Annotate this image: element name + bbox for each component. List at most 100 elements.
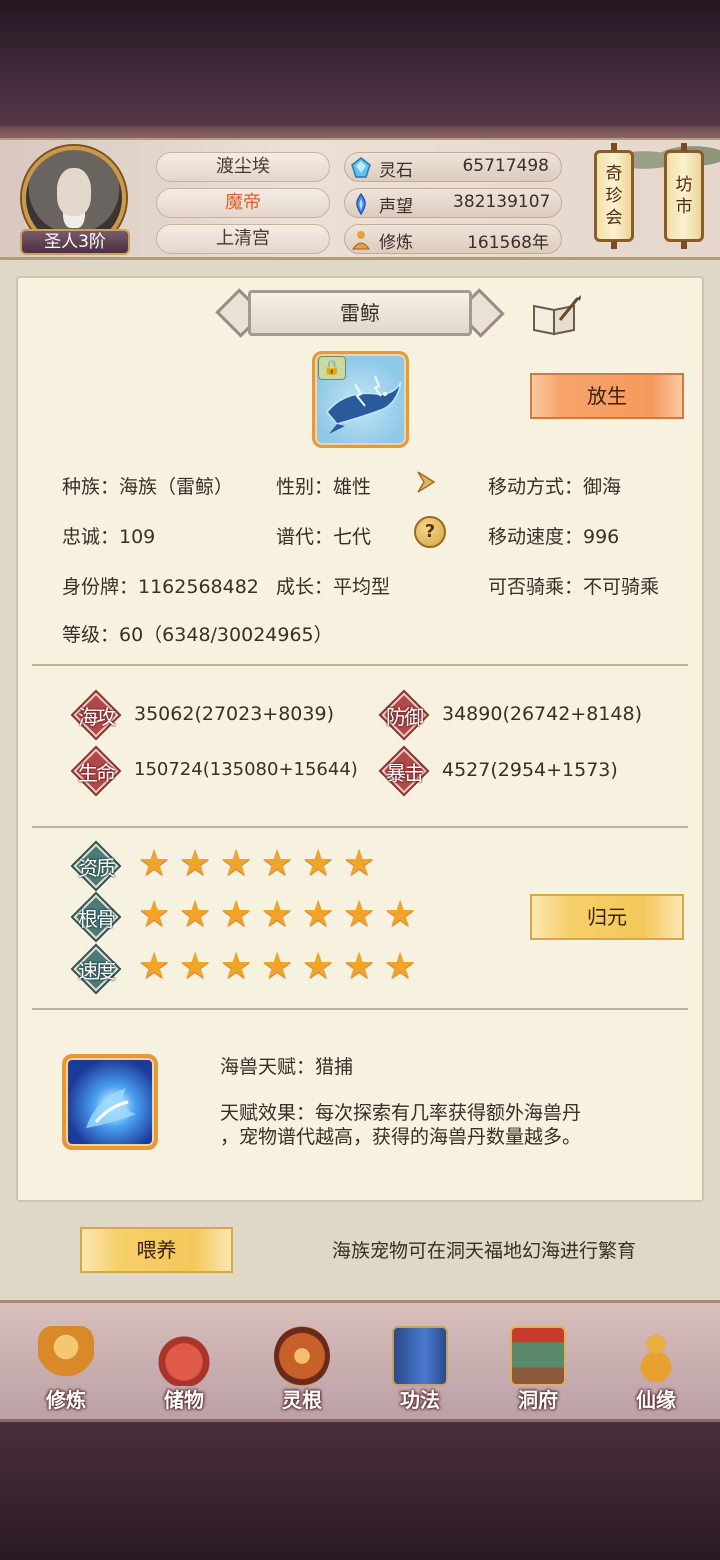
nav-label: 洞府 [518, 1388, 558, 1412]
quality-label: 速度 [78, 958, 116, 983]
talent-name: 海兽天赋：猎捕 [220, 1056, 354, 1078]
breeding-note: 海族宠物可在洞天福地幻海进行繁育 [332, 1240, 637, 1262]
spirit-stone-icon [349, 156, 373, 180]
pet-level: 等级：60（6348/30024965） [62, 624, 333, 646]
pet-growth: 成长：平均型 [276, 576, 391, 598]
pet-id-tag: 身份牌：1162568482 [62, 576, 259, 598]
prestige-icon [349, 192, 373, 216]
stat-value: 35062(27023+8039) [134, 703, 334, 725]
resource-cultivation: 修炼 161568年 [344, 224, 562, 254]
star-icon: ★ [261, 843, 294, 884]
talent-effect-line2: ，宠物谱代越高，获得的海兽丹数量越多。 [220, 1126, 582, 1148]
star-icon: ★ [261, 946, 294, 987]
star-icon: ★ [220, 894, 253, 935]
star-icon: ★ [343, 843, 376, 884]
market-char: 坊 [675, 175, 693, 195]
release-button[interactable]: 放生 [530, 373, 684, 419]
pet-move-speed: 移动速度：996 [488, 526, 620, 548]
resource-value: 382139107 [453, 192, 551, 212]
nav-storage[interactable]: 储物 [134, 1322, 234, 1414]
pet-generation: 谱代：七代 [276, 526, 372, 548]
spirit-root-icon [274, 1326, 330, 1386]
nav-label: 修炼 [46, 1388, 86, 1412]
resource-prestige: 声望 382139107 [344, 188, 562, 218]
quality-badge-speed: 速度 [73, 946, 119, 992]
stars-aptitude: ★ ★ ★ ★ ★ ★ [138, 846, 379, 884]
quality-label: 资质 [78, 855, 116, 880]
divider [32, 664, 688, 666]
pet-move-mode: 移动方式：御海 [488, 476, 622, 498]
stat-badge-defense: 防御 [381, 692, 427, 738]
stat-badge-sea-attack: 海攻 [73, 692, 119, 738]
stat-label: 暴击 [386, 760, 424, 785]
bottom-background [0, 1422, 720, 1560]
nav-immortal-fate[interactable]: 仙缘 [606, 1322, 706, 1414]
star-icon: ★ [220, 843, 253, 884]
nav-cultivation[interactable]: 修炼 [16, 1322, 116, 1414]
stars-bone: ★ ★ ★ ★ ★ ★ ★ [138, 897, 420, 935]
top-trim [0, 126, 720, 140]
stars-speed: ★ ★ ★ ★ ★ ★ ★ [138, 949, 420, 987]
resource-label: 声望 [379, 197, 413, 217]
resource-spirit-stone: 灵石 65717498 [344, 152, 562, 182]
star-icon: ★ [220, 946, 253, 987]
quality-badge-aptitude: 资质 [73, 843, 119, 889]
market-char: 市 [675, 197, 693, 217]
pet-gender: 性别：雄性 [276, 476, 372, 498]
stat-badge-hp: 生命 [73, 748, 119, 794]
help-icon[interactable]: ? [414, 516, 446, 548]
resource-value: 65717498 [462, 156, 549, 176]
star-icon: ★ [302, 946, 335, 987]
treasure-fair-button[interactable]: 奇 珍 会 [594, 150, 634, 242]
feed-button[interactable]: 喂养 [80, 1227, 233, 1273]
star-icon: ★ [261, 894, 294, 935]
talent-effect-line1: 天赋效果：每次探索有几率获得额外海兽丹 [220, 1102, 582, 1124]
star-icon: ★ [384, 946, 417, 987]
market-button[interactable]: 坊 市 [664, 150, 704, 242]
resource-label: 修炼 [379, 233, 413, 253]
star-icon: ★ [343, 894, 376, 935]
top-background [0, 0, 720, 140]
stat-value: 34890(26742+8148) [442, 703, 642, 725]
star-icon: ★ [302, 894, 335, 935]
palace-icon [510, 1326, 566, 1386]
gender-arrow-icon[interactable] [410, 464, 446, 500]
player-name: 渡尘埃 [156, 152, 330, 182]
cultivation-icon [349, 228, 373, 252]
pet-name: 雷鲸 [248, 290, 472, 336]
treasure-fair-char: 会 [605, 208, 623, 228]
lock-icon[interactable]: 🔒 [318, 356, 346, 380]
gourd-icon [628, 1326, 684, 1386]
nav-label: 仙缘 [636, 1388, 676, 1412]
star-icon: ★ [179, 894, 212, 935]
star-icon: ★ [302, 843, 335, 884]
treasure-fair-char: 珍 [605, 186, 623, 206]
stat-value: 4527(2954+1573) [442, 759, 618, 781]
monk-icon [38, 1326, 94, 1386]
nav-spirit-root[interactable]: 灵根 [252, 1322, 352, 1414]
pet-handbook-icon[interactable] [530, 294, 582, 336]
star-icon: ★ [179, 843, 212, 884]
divider [32, 1008, 688, 1010]
stat-label: 防御 [386, 704, 424, 729]
pet-title-plate: 雷鲸 [215, 288, 505, 338]
quality-label: 根骨 [78, 906, 116, 931]
rank-badge: 圣人3阶 [20, 229, 130, 255]
pet-loyalty: 忠诚：109 [62, 526, 156, 548]
stat-label: 生命 [78, 760, 116, 785]
star-icon: ★ [343, 946, 376, 987]
stat-badge-crit: 暴击 [381, 748, 427, 794]
avatar-face [57, 168, 91, 217]
talent-icon[interactable] [62, 1054, 158, 1150]
player-sect: 上清宫 [156, 224, 330, 254]
nav-label: 灵根 [282, 1388, 322, 1412]
star-icon: ★ [179, 946, 212, 987]
nav-techniques[interactable]: 功法 [370, 1322, 470, 1414]
resource-label: 灵石 [379, 161, 413, 181]
book-icon [392, 1326, 448, 1386]
star-icon: ★ [384, 894, 417, 935]
reset-button[interactable]: 归元 [530, 894, 684, 940]
nav-cave-abode[interactable]: 洞府 [488, 1322, 588, 1414]
star-icon: ★ [138, 843, 171, 884]
nav-label: 功法 [400, 1388, 440, 1412]
